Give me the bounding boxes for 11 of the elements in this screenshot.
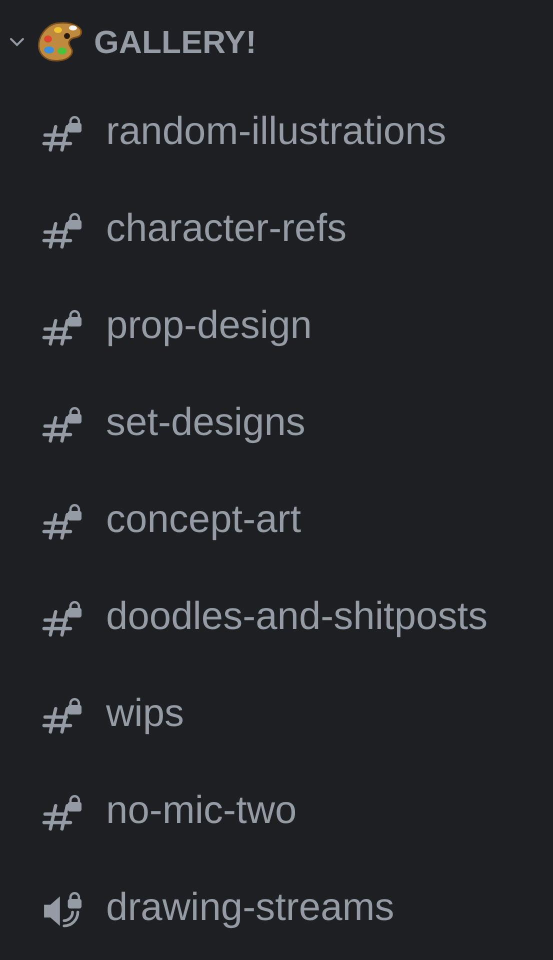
channel-item[interactable]: prop-design bbox=[0, 278, 553, 375]
palette-icon bbox=[36, 20, 84, 64]
channel-item[interactable]: drawing-streams bbox=[0, 860, 553, 957]
channel-item[interactable]: character-refs bbox=[0, 181, 553, 278]
category-title[interactable]: GALLERY! bbox=[94, 18, 256, 66]
channel-item[interactable]: doodles-and-shitposts bbox=[0, 569, 553, 666]
channel-item[interactable]: concept-art bbox=[0, 472, 553, 569]
channel-item[interactable]: set-designs bbox=[0, 375, 553, 472]
channel-item[interactable]: no-mic-two bbox=[0, 763, 553, 860]
channel-item[interactable]: random-illustrations bbox=[0, 84, 553, 181]
channel-item[interactable]: wips bbox=[0, 666, 553, 763]
